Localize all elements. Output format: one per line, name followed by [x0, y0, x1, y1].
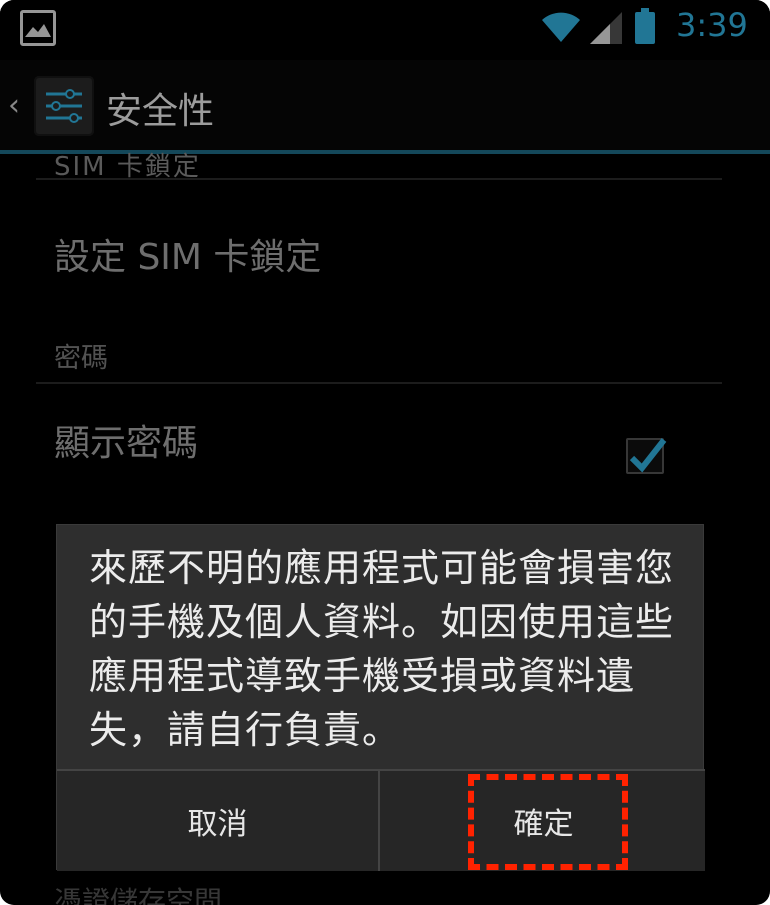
dialog-button-bar: 取消 確定	[57, 769, 705, 871]
cancel-button[interactable]: 取消	[57, 771, 380, 871]
unknown-sources-warning-dialog: 來歷不明的應用程式可能會損害您的手機及個人資料。如因使用這些應用程式導致手機受損…	[56, 524, 705, 871]
dialog-message: 來歷不明的應用程式可能會損害您的手機及個人資料。如因使用這些應用程式導致手機受損…	[89, 546, 675, 752]
phone-screen: 3:39 ‹ 安全性 SIM 卡鎖定 設定 SIM 卡鎖定 密碼 顯示密碼 憑證…	[0, 0, 770, 905]
ok-button[interactable]: 確定	[382, 771, 705, 871]
